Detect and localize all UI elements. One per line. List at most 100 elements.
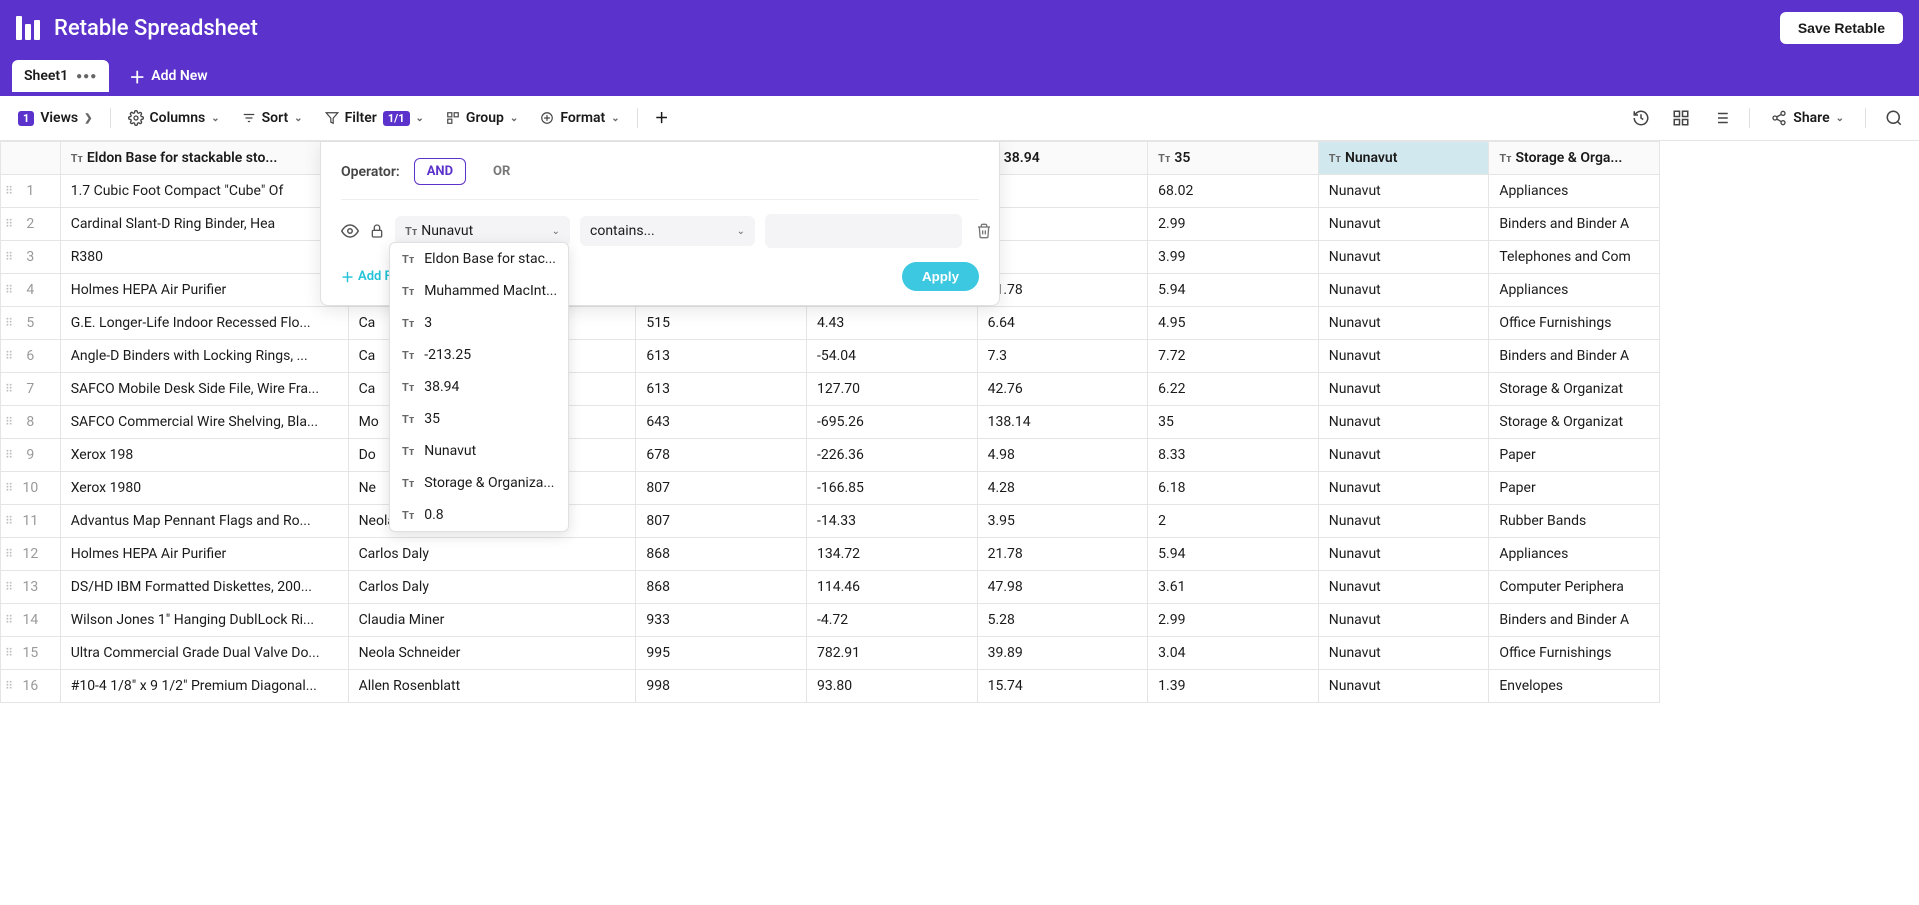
- cell[interactable]: [977, 175, 1148, 208]
- delete-filter-icon[interactable]: [972, 219, 996, 243]
- cell[interactable]: R380: [60, 241, 348, 274]
- cell[interactable]: 7.72: [1148, 340, 1319, 373]
- cell[interactable]: 15.74: [977, 670, 1148, 703]
- cell[interactable]: 5.94: [1148, 274, 1319, 307]
- row-number[interactable]: ⠿8: [1, 406, 61, 439]
- drag-handle-icon[interactable]: ⠿: [5, 449, 11, 462]
- cell[interactable]: 3.04: [1148, 637, 1319, 670]
- row-number[interactable]: ⠿11: [1, 505, 61, 538]
- cell[interactable]: SAFCO Commercial Wire Shelving, Bla...: [60, 406, 348, 439]
- cell[interactable]: 68.02: [1148, 175, 1319, 208]
- cell[interactable]: 47.98: [977, 571, 1148, 604]
- cell[interactable]: SAFCO Mobile Desk Side File, Wire Fra...: [60, 373, 348, 406]
- cell[interactable]: 4.98: [977, 439, 1148, 472]
- cell[interactable]: Appliances: [1489, 175, 1660, 208]
- filter-button[interactable]: Filter 1/1 ⌄: [317, 105, 432, 131]
- cell[interactable]: G.E. Longer-Life Indoor Recessed Flo...: [60, 307, 348, 340]
- dropdown-option[interactable]: TᴛNunavut: [390, 435, 568, 467]
- row-number[interactable]: ⠿9: [1, 439, 61, 472]
- row-number[interactable]: ⠿3: [1, 241, 61, 274]
- table-row[interactable]: ⠿8SAFCO Commercial Wire Shelving, Bla...…: [1, 406, 1660, 439]
- table-row[interactable]: ⠿9Xerox 198Do678-226.364.988.33NunavutPa…: [1, 439, 1660, 472]
- lock-icon[interactable]: [369, 223, 385, 239]
- cell[interactable]: 3.61: [1148, 571, 1319, 604]
- spreadsheet-grid[interactable]: TᴛEldon Base for stackable sto... Tᴛ38.9…: [0, 141, 1919, 901]
- table-row[interactable]: ⠿5G.E. Longer-Life Indoor Recessed Flo..…: [1, 307, 1660, 340]
- table-row[interactable]: ⠿12Holmes HEPA Air PurifierCarlos Daly86…: [1, 538, 1660, 571]
- dropdown-option[interactable]: Tᴛ35: [390, 403, 568, 435]
- drag-handle-icon[interactable]: ⠿: [5, 581, 11, 594]
- cell[interactable]: Binders and Binder A: [1489, 340, 1660, 373]
- views-button[interactable]: 1 Views ❯: [10, 105, 101, 131]
- operator-or-button[interactable]: OR: [480, 158, 523, 185]
- cell[interactable]: 3.99: [1148, 241, 1319, 274]
- cell[interactable]: Nunavut: [1318, 340, 1489, 373]
- row-number[interactable]: ⠿10: [1, 472, 61, 505]
- cell[interactable]: 868: [636, 538, 807, 571]
- cell[interactable]: Nunavut: [1318, 472, 1489, 505]
- cell[interactable]: Office Furnishings: [1489, 307, 1660, 340]
- cell[interactable]: 1.39: [1148, 670, 1319, 703]
- save-retable-button[interactable]: Save Retable: [1780, 12, 1903, 44]
- share-button[interactable]: Share ⌄: [1763, 105, 1852, 131]
- drag-handle-icon[interactable]: ⠿: [5, 416, 11, 429]
- cell[interactable]: 138.14: [977, 406, 1148, 439]
- dropdown-option[interactable]: TᴛEldon Base for stac...: [390, 243, 568, 275]
- cell[interactable]: 678: [636, 439, 807, 472]
- drag-handle-icon[interactable]: ⠿: [5, 647, 11, 660]
- cell[interactable]: 42.76: [977, 373, 1148, 406]
- cell[interactable]: #10-4 1/8" x 9 1/2" Premium Diagonal...: [60, 670, 348, 703]
- table-row[interactable]: ⠿7SAFCO Mobile Desk Side File, Wire Fra.…: [1, 373, 1660, 406]
- table-row[interactable]: ⠿6Angle-D Binders with Locking Rings, ..…: [1, 340, 1660, 373]
- drag-handle-icon[interactable]: ⠿: [5, 680, 11, 693]
- row-number[interactable]: ⠿13: [1, 571, 61, 604]
- dropdown-option[interactable]: TᴛStorage & Organiza...: [390, 467, 568, 499]
- sheet-tab-menu-icon[interactable]: ●●●: [76, 71, 97, 82]
- cell[interactable]: Claudia Miner: [348, 604, 636, 637]
- cell[interactable]: Ultra Commercial Grade Dual Valve Do...: [60, 637, 348, 670]
- sheet-tab-1[interactable]: Sheet1 ●●●: [12, 60, 109, 92]
- cell[interactable]: 8.33: [1148, 439, 1319, 472]
- filter-condition-select[interactable]: contains... ⌄: [580, 216, 755, 246]
- column-header[interactable]: Tᴛ38.94: [977, 142, 1148, 175]
- dropdown-option[interactable]: Tᴛ0.8: [390, 499, 568, 531]
- table-row[interactable]: ⠿15Ultra Commercial Grade Dual Valve Do.…: [1, 637, 1660, 670]
- cell[interactable]: 6.64: [977, 307, 1148, 340]
- cell[interactable]: Neola Schneider: [348, 637, 636, 670]
- cell[interactable]: 2.99: [1148, 604, 1319, 637]
- cell[interactable]: Nunavut: [1318, 637, 1489, 670]
- cell[interactable]: 613: [636, 340, 807, 373]
- cell[interactable]: [977, 241, 1148, 274]
- cell[interactable]: 2.99: [1148, 208, 1319, 241]
- cell[interactable]: Nunavut: [1318, 373, 1489, 406]
- drag-handle-icon[interactable]: ⠿: [5, 548, 11, 561]
- drag-handle-icon[interactable]: ⠿: [5, 185, 11, 198]
- row-number[interactable]: ⠿2: [1, 208, 61, 241]
- cell[interactable]: Allen Rosenblatt: [348, 670, 636, 703]
- cell[interactable]: Telephones and Com: [1489, 241, 1660, 274]
- table-row[interactable]: ⠿14Wilson Jones 1" Hanging DublLock Ri..…: [1, 604, 1660, 637]
- history-icon[interactable]: [1626, 103, 1656, 133]
- cell[interactable]: -14.33: [807, 505, 978, 538]
- cell[interactable]: Nunavut: [1318, 307, 1489, 340]
- cell[interactable]: -166.85: [807, 472, 978, 505]
- cell[interactable]: Cardinal Slant-D Ring Binder, Hea: [60, 208, 348, 241]
- table-row[interactable]: ⠿11Advantus Map Pennant Flags and Ro...N…: [1, 505, 1660, 538]
- cell[interactable]: 93.80: [807, 670, 978, 703]
- dropdown-option[interactable]: Tᴛ-213.25: [390, 339, 568, 371]
- cell[interactable]: 998: [636, 670, 807, 703]
- cell[interactable]: -226.36: [807, 439, 978, 472]
- cell[interactable]: 5.28: [977, 604, 1148, 637]
- row-number[interactable]: ⠿5: [1, 307, 61, 340]
- cell[interactable]: Nunavut: [1318, 604, 1489, 637]
- cell[interactable]: 35: [1148, 406, 1319, 439]
- sort-button[interactable]: Sort ⌄: [234, 105, 311, 131]
- cell[interactable]: Angle-D Binders with Locking Rings, ...: [60, 340, 348, 373]
- cell[interactable]: Xerox 198: [60, 439, 348, 472]
- column-header[interactable]: TᴛEldon Base for stackable sto...: [60, 142, 348, 175]
- cell[interactable]: Storage & Organizat: [1489, 406, 1660, 439]
- cell[interactable]: Appliances: [1489, 274, 1660, 307]
- row-number[interactable]: ⠿15: [1, 637, 61, 670]
- drag-handle-icon[interactable]: ⠿: [5, 614, 11, 627]
- cell[interactable]: 613: [636, 373, 807, 406]
